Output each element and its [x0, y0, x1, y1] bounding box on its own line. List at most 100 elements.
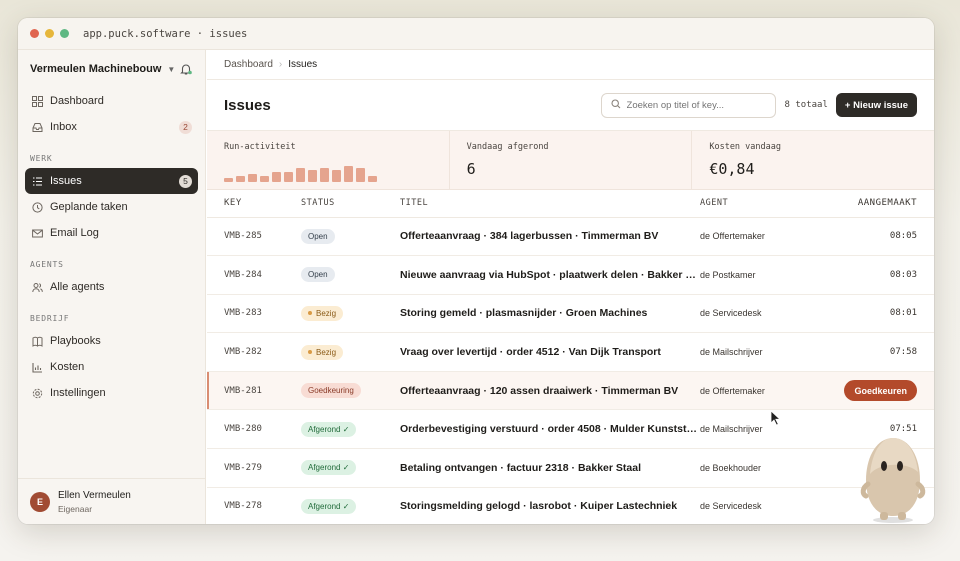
- sidebar-item-label: Issues: [50, 175, 82, 187]
- stat-value: €0,84: [709, 160, 755, 178]
- user-profile[interactable]: E Ellen Vermeulen Eigenaar: [18, 478, 205, 524]
- close-window-dot[interactable]: [30, 29, 39, 38]
- run-activity-bar: [320, 168, 329, 182]
- search-icon: [610, 98, 621, 112]
- stat-value: 6: [466, 160, 476, 178]
- sidebar-item-geplande-taken[interactable]: Geplande taken: [25, 194, 198, 220]
- column-header-created[interactable]: AANGEMAAKT: [822, 190, 934, 218]
- row-agent: de Boekhouder: [700, 448, 822, 488]
- approve-button[interactable]: Goedkeuren: [844, 380, 917, 402]
- table-row[interactable]: VMB-280 Afgerond ✓ Orderbevestiging verstu…: [207, 409, 934, 450]
- row-agent: de Servicedesk: [700, 487, 822, 524]
- row-title[interactable]: Storing gemeld · plasmasnijder · Groen M…: [400, 294, 700, 334]
- column-header-agent[interactable]: AGENT: [700, 190, 822, 218]
- row-title[interactable]: Offerteaanvraag · 120 assen draaiwerk · …: [400, 371, 700, 411]
- run-activity-bar: [272, 172, 281, 182]
- table-row[interactable]: VMB-281 Goedkeuring Offerteaanvraag · 120 …: [207, 371, 934, 411]
- book-icon: [31, 335, 43, 347]
- clock-icon: [31, 201, 43, 213]
- user-name: Ellen Vermeulen: [58, 489, 131, 501]
- search-input[interactable]: [626, 99, 766, 111]
- new-issue-button[interactable]: + Nieuw issue: [835, 93, 917, 117]
- status-badge: Bezig: [301, 344, 344, 360]
- section-label: BEDRIJF: [30, 314, 70, 323]
- search-box[interactable]: [600, 92, 776, 118]
- sidebar-item-kosten[interactable]: Kosten: [25, 354, 198, 380]
- row-title[interactable]: Betaling ontvangen · factuur 2318 · Bakk…: [400, 448, 700, 488]
- status-badge: Afgerond ✓: [301, 421, 357, 437]
- maximize-window-dot[interactable]: [60, 29, 69, 38]
- row-agent: de Mailschrijver: [700, 332, 822, 372]
- titlebar: app.puck.software · issues: [18, 18, 934, 50]
- row-key: VMB-283: [207, 294, 301, 334]
- run-activity-bar: [260, 176, 269, 182]
- column-header-key[interactable]: KEY: [207, 190, 301, 218]
- row-created: 07:58: [822, 332, 934, 372]
- main-content: Dashboard › Issues Issues 8 totaal + Nie…: [207, 50, 934, 524]
- row-status-cell: Bezig: [301, 294, 400, 334]
- table-row[interactable]: VMB-285 Open Offerteaanvraag · 384 lagerbu…: [207, 217, 934, 257]
- run-activity-bar: [368, 176, 377, 182]
- row-title[interactable]: Offerteaanvraag · 384 lagerbussen · Timm…: [400, 217, 700, 257]
- row-status-cell: Afgerond ✓: [301, 409, 400, 450]
- mail-icon: [31, 227, 43, 239]
- table-row[interactable]: VMB-278 Afgerond ✓ Storingsmelding gelogd …: [207, 487, 934, 524]
- row-title[interactable]: Orderbevestiging verstuurd · order 4508 …: [400, 409, 700, 450]
- run-activity-bar: [296, 168, 305, 182]
- sidebar-item-label: Alle agents: [50, 281, 105, 293]
- run-activity-bar: [236, 176, 245, 182]
- column-header-status[interactable]: STATUS: [301, 190, 400, 218]
- row-created: 08:05: [822, 217, 934, 257]
- row-agent: de Servicedesk: [700, 294, 822, 334]
- row-title[interactable]: Vraag over levertijd · order 4512 · Van …: [400, 332, 700, 372]
- bell-icon[interactable]: [179, 62, 193, 76]
- status-badge: Open: [301, 228, 335, 244]
- row-key: VMB-279: [207, 448, 301, 488]
- status-badge: Bezig: [301, 305, 344, 321]
- sidebar-item-label: Dashboard: [50, 95, 104, 107]
- breadcrumb-separator: ›: [278, 59, 283, 70]
- avatar: E: [30, 491, 50, 512]
- table-row[interactable]: VMB-282 Bezig Vraag over levertijd · order…: [207, 332, 934, 372]
- sidebar-item-alle-agents[interactable]: Alle agents: [25, 274, 198, 300]
- row-key: VMB-282: [207, 332, 301, 372]
- sidebar-item-instellingen[interactable]: Instellingen: [25, 380, 198, 406]
- table-row[interactable]: VMB-279 Afgerond ✓ Betaling ontvangen · fa…: [207, 448, 934, 488]
- workspace-switcher[interactable]: Vermeulen Machinebouw ▼: [18, 50, 205, 88]
- sidebar-item-label: Geplande taken: [50, 201, 128, 213]
- column-header-title[interactable]: TITEL: [400, 190, 700, 218]
- sidebar-item-dashboard[interactable]: Dashboard: [25, 88, 198, 114]
- stat-label: Vandaag afgerond: [466, 142, 549, 152]
- breadcrumb-dashboard[interactable]: Dashboard: [224, 59, 273, 70]
- run-activity-bar: [332, 170, 341, 182]
- sidebar-item-label: Inbox: [50, 121, 77, 133]
- sidebar-item-playbooks[interactable]: Playbooks: [25, 328, 198, 354]
- titlebar-url: app.puck.software · issues: [83, 27, 248, 40]
- status-badge: Afgerond ✓: [301, 498, 357, 514]
- minimize-window-dot[interactable]: [45, 29, 54, 38]
- section-werk: WERK Issues 5 Geplande taken Email Log: [18, 140, 205, 246]
- breadcrumb-current: Issues: [288, 59, 318, 70]
- section-label: WERK: [30, 154, 53, 163]
- row-title[interactable]: Nieuwe aanvraag via HubSpot · plaatwerk …: [400, 255, 700, 295]
- row-status-cell: Afgerond ✓: [301, 487, 400, 524]
- row-status-cell: Open: [301, 255, 400, 295]
- count-badge: 2: [179, 120, 192, 134]
- stats-bar: Run-activiteit Vandaag afgerond 6 Kosten…: [207, 131, 934, 190]
- row-key: VMB-280: [207, 409, 301, 450]
- row-agent: de Mailschrijver: [700, 409, 822, 450]
- mouse-cursor-icon: [770, 410, 782, 431]
- table-row[interactable]: VMB-284 Open Nieuwe aanvraag via HubSpot ·…: [207, 255, 934, 295]
- sidebar-item-email-log[interactable]: Email Log: [25, 220, 198, 246]
- row-action-cell: Goedkeuren: [822, 371, 934, 411]
- row-agent: de Offertemaker: [700, 371, 822, 411]
- row-title[interactable]: Storingsmelding gelogd · lasrobot · Kuip…: [400, 487, 700, 524]
- stat-run-activity: Run-activiteit: [207, 131, 450, 189]
- table-row[interactable]: VMB-283 Bezig Storing gemeld · plasmasnijd…: [207, 294, 934, 334]
- sidebar-item-inbox[interactable]: Inbox 2: [25, 114, 198, 140]
- section-label: AGENTS: [30, 260, 64, 269]
- workspace-name: Vermeulen Machinebouw: [30, 63, 162, 75]
- row-status-cell: Goedkeuring: [301, 371, 400, 411]
- row-status-cell: Bezig: [301, 332, 400, 372]
- sidebar-item-issues[interactable]: Issues 5: [25, 168, 198, 194]
